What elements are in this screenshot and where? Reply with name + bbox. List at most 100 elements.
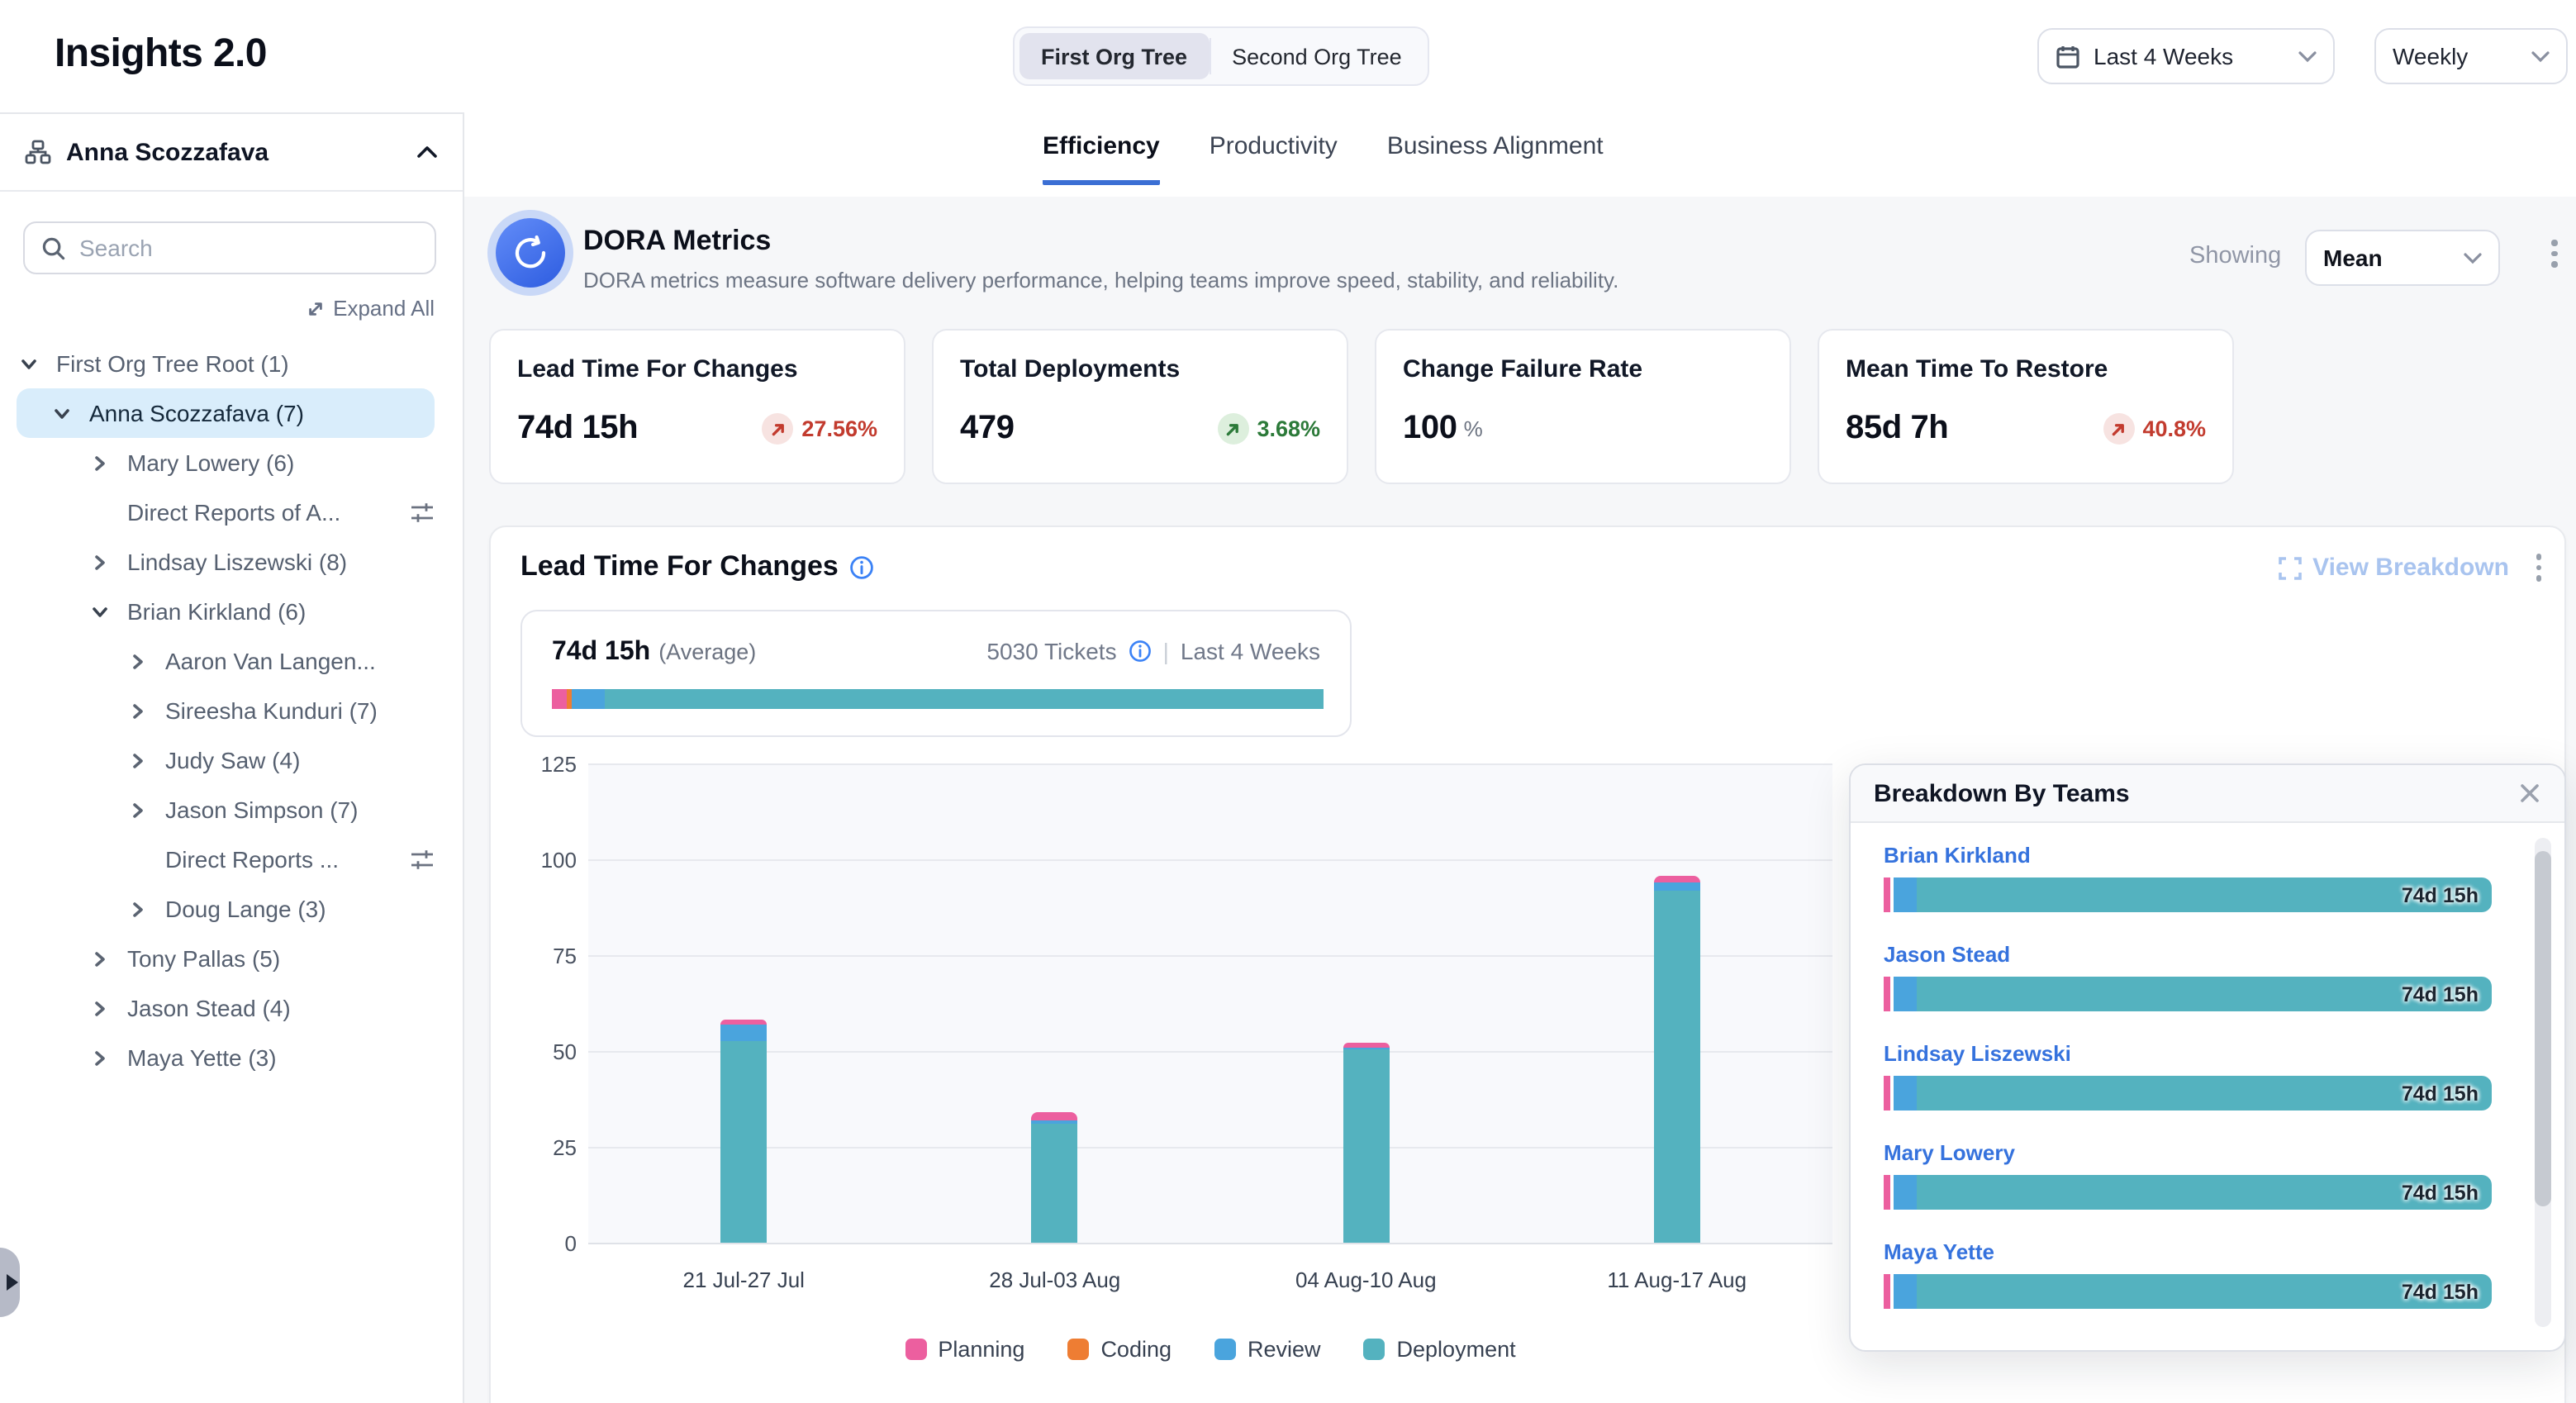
team-bar-planning [1884, 1076, 1890, 1111]
dora-kebab-menu-icon[interactable] [2551, 240, 2557, 267]
lead-section-title: Lead Time For Changes [520, 550, 839, 583]
team-row-brian-kirkland: Brian Kirkland 74d 15h [1884, 843, 2492, 912]
team-value: 74d 15h [2402, 982, 2479, 1006]
sidebar-header[interactable]: Anna Scozzafava [0, 114, 463, 192]
team-stacked-bar[interactable]: 74d 15h [1884, 1175, 2492, 1210]
team-bar-review [1894, 877, 1917, 912]
close-icon[interactable] [2518, 782, 2541, 805]
team-stacked-bar[interactable]: 74d 15h [1884, 977, 2492, 1011]
chevron-right-icon[interactable] [91, 1049, 127, 1067]
view-breakdown-button[interactable]: View Breakdown [2278, 554, 2509, 582]
team-name-link[interactable]: Mary Lowery [1884, 1140, 2492, 1165]
sidebar-item-tony-pallas[interactable]: Tony Pallas (5) [17, 934, 435, 983]
sidebar-item-brian-kirkland[interactable]: Brian Kirkland (6) [17, 587, 435, 636]
chevron-right-icon[interactable] [129, 751, 165, 769]
panel-scrollbar-thumb[interactable] [2535, 851, 2551, 1206]
tree-item-label: Tony Pallas (5) [127, 945, 280, 972]
chevron-right-icon[interactable] [129, 900, 165, 918]
chevron-right-icon[interactable] [91, 949, 127, 968]
top-bar: Insights 2.0 First Org Tree Second Org T… [0, 0, 2576, 112]
showing-value: Mean [2323, 245, 2383, 271]
sidebar-collapse-handle[interactable] [0, 1248, 20, 1317]
granularity-dropdown[interactable]: Weekly [2374, 28, 2568, 84]
team-bar-planning [1884, 1274, 1890, 1309]
sidebar-item-aaron-van-langen[interactable]: Aaron Van Langen... [17, 636, 435, 686]
team-name-link[interactable]: Jason Stead [1884, 942, 2492, 967]
stacked-bar-11-aug-17-aug[interactable] [1654, 877, 1700, 1243]
chevron-down-icon[interactable] [91, 602, 127, 621]
team-stacked-bar[interactable]: 74d 15h [1884, 1274, 2492, 1309]
sidebar-item-direct-reports-of-a[interactable]: Direct Reports of A... [17, 487, 435, 537]
panel-header: Breakdown By Teams [1851, 765, 2564, 823]
filter-sliders-icon[interactable] [410, 500, 435, 525]
search-input[interactable] [79, 235, 418, 261]
tab-productivity[interactable]: Productivity [1210, 132, 1338, 185]
sidebar-item-direct-reports[interactable]: Direct Reports ... [17, 835, 435, 884]
team-name-link[interactable]: Brian Kirkland [1884, 843, 2492, 868]
stacked-bar-21-jul-27-jul[interactable] [720, 1020, 767, 1243]
sidebar-item-maya-yette[interactable]: Maya Yette (3) [17, 1033, 435, 1082]
sidebar-search[interactable] [23, 221, 436, 274]
toggle-second-org-tree[interactable]: Second Org Tree [1210, 33, 1423, 79]
team-value: 74d 15h [2402, 1181, 2479, 1204]
chevron-right-icon[interactable] [129, 702, 165, 720]
tree-item-label: Mary Lowery (6) [127, 449, 294, 476]
sidebar-item-jason-simpson[interactable]: Jason Simpson (7) [17, 785, 435, 835]
tab-business-alignment[interactable]: Business Alignment [1387, 132, 1604, 185]
team-name-link[interactable]: Lindsay Liszewski [1884, 1041, 2492, 1066]
toggle-first-org-tree[interactable]: First Org Tree [1019, 33, 1209, 79]
team-stacked-bar[interactable]: 74d 15h [1884, 877, 2492, 912]
tree-item-label: Jason Simpson (7) [165, 797, 358, 823]
tree-item-label: Jason Stead (4) [127, 995, 291, 1021]
expand-all-button[interactable]: Expand All [305, 296, 435, 321]
team-value: 74d 15h [2402, 1280, 2479, 1303]
tab-efficiency[interactable]: Efficiency [1043, 132, 1160, 185]
chevron-right-icon[interactable] [129, 652, 165, 670]
team-row-mary-lowery: Mary Lowery 74d 15h [1884, 1140, 2492, 1210]
chevron-down-icon[interactable] [53, 404, 89, 422]
panel-scrollbar[interactable] [2535, 838, 2551, 1327]
chevron-right-icon[interactable] [91, 999, 127, 1017]
view-breakdown-label: View Breakdown [2312, 554, 2509, 582]
legend-swatch [905, 1339, 926, 1360]
chevron-down-icon[interactable] [20, 354, 56, 373]
sidebar-item-mary-lowery[interactable]: Mary Lowery (6) [17, 438, 435, 487]
team-row-lindsay-liszewski: Lindsay Liszewski 74d 15h [1884, 1041, 2492, 1111]
stacked-bar-04-aug-10-aug[interactable] [1343, 1044, 1389, 1243]
filter-sliders-icon[interactable] [410, 847, 435, 872]
divider: | [1163, 638, 1169, 664]
lead-kebab-menu-icon[interactable] [2536, 554, 2541, 582]
average-label: (Average) [658, 640, 756, 664]
info-icon[interactable] [1129, 640, 1152, 663]
sidebar-item-first-org-tree-root[interactable]: First Org Tree Root (1) [17, 339, 435, 388]
chevron-right-icon[interactable] [129, 801, 165, 819]
metric-card-mean-time-to-restore: Mean Time To Restore85d 7h40.8% [1818, 329, 2234, 484]
tree-item-label: Aaron Van Langen... [165, 648, 376, 674]
team-bar-review [1894, 1274, 1917, 1309]
x-axis-tick-label: 28 Jul-03 Aug [989, 1267, 1120, 1292]
team-name-link[interactable]: Maya Yette [1884, 1239, 2492, 1264]
sidebar-item-anna-scozzafava[interactable]: Anna Scozzafava (7) [17, 388, 435, 438]
sidebar-item-judy-saw[interactable]: Judy Saw (4) [17, 735, 435, 785]
y-axis-tick-label: 125 [491, 752, 577, 777]
team-stacked-bar[interactable]: 74d 15h [1884, 1076, 2492, 1111]
app-title: Insights 2.0 [55, 31, 267, 78]
y-axis-tick-label: 100 [491, 848, 577, 873]
average-stacked-bar [552, 689, 1324, 709]
team-bar-planning [1884, 977, 1890, 1011]
chevron-right-icon[interactable] [91, 553, 127, 571]
x-axis-tick-label: 21 Jul-27 Jul [683, 1267, 805, 1292]
collapse-chevron-up-icon[interactable] [416, 145, 438, 159]
date-range-dropdown[interactable]: Last 4 Weeks [2037, 28, 2335, 84]
sidebar-item-lindsay-liszewski[interactable]: Lindsay Liszewski (8) [17, 537, 435, 587]
sidebar-item-doug-lange[interactable]: Doug Lange (3) [17, 884, 435, 934]
average-summary-card: 74d 15h (Average) 5030 Tickets | Last 4 … [520, 610, 1352, 737]
metric-delta-badge: 3.68% [1217, 413, 1320, 445]
stacked-bar-28-jul-03-aug[interactable] [1032, 1111, 1078, 1243]
sidebar-item-sireesha-kunduri[interactable]: Sireesha Kunduri (7) [17, 686, 435, 735]
chevron-right-icon[interactable] [91, 454, 127, 472]
showing-dropdown[interactable]: Mean [2305, 230, 2500, 286]
info-icon[interactable] [850, 554, 875, 579]
team-bar-planning [1884, 1175, 1890, 1210]
sidebar-item-jason-stead[interactable]: Jason Stead (4) [17, 983, 435, 1033]
